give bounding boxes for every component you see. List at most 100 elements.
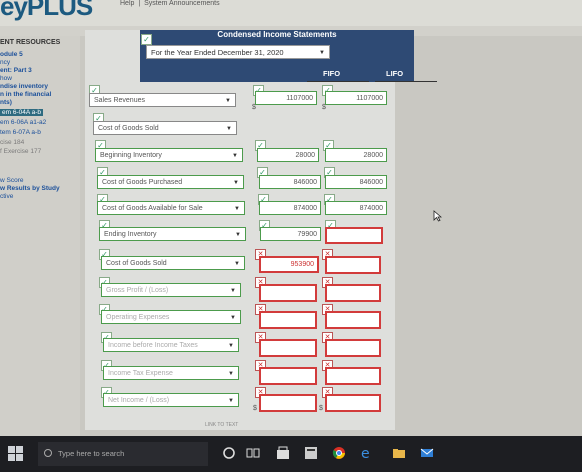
fifo-value-input[interactable]: 1107000 [255,91,317,105]
store-icon[interactable] [276,446,290,460]
chevron-down-icon: ▼ [226,126,232,132]
lifo-value-input[interactable]: 874000 [325,201,387,215]
divider [375,81,437,82]
sidebar-item[interactable]: odule 5 [0,51,23,58]
task-view-icon[interactable] [246,446,260,460]
row-label: Cost of Goods Available for Sale [102,205,203,212]
divider [307,81,369,82]
fifo-value-input[interactable] [259,394,317,412]
mail-icon[interactable] [420,446,434,460]
fifo-value-input[interactable]: 28000 [257,148,319,162]
row-label-select[interactable]: Cost of Goods Sold ▼ [93,121,237,135]
fifo-value-input[interactable]: 953900 [259,256,319,273]
search-placeholder: Type here to search [58,449,125,458]
row-label-select[interactable]: Net Income / (Loss) ▼ [103,393,239,407]
statement-title: Condensed Income Statements [217,30,337,39]
row-label-select[interactable]: Beginning Inventory ▼ [95,148,243,162]
fifo-value-input[interactable]: 846000 [259,175,321,189]
chevron-down-icon: ▼ [234,261,240,267]
app-logo: eyPLUS [0,0,93,21]
lifo-value-input[interactable] [325,284,381,302]
row-label: Operating Expenses [106,314,170,321]
row-label-select[interactable]: Income Tax Expense ▼ [103,366,239,380]
row-label: Cost of Goods Sold [98,125,159,132]
lifo-header: LIFO [386,69,404,78]
row-label: Beginning Inventory [100,152,162,159]
chevron-down-icon: ▼ [228,371,234,377]
top-bar: eyPLUS Help | System Announcements [0,0,582,26]
chevron-down-icon: ▼ [235,232,241,238]
lifo-value-input[interactable]: 28000 [325,148,387,162]
lifo-value-input[interactable] [325,227,383,244]
sidebar-item[interactable]: ent: Part 3 [0,67,32,74]
fifo-value-input[interactable]: 79900 [260,227,321,241]
currency-sign: $ [253,405,257,412]
cortana-icon[interactable] [222,446,236,460]
sidebar-item[interactable]: ctive [0,193,13,200]
chevron-down-icon: ▼ [232,153,238,159]
fifo-value-input[interactable] [259,284,317,302]
chevron-down-icon: ▼ [234,206,240,212]
chevron-down-icon: ▼ [319,50,325,56]
currency-sign: $ [252,104,256,111]
mouse-cursor-icon [433,210,442,222]
row-label: Cost of Goods Sold [106,260,167,267]
row-label-select[interactable]: Gross Profit / (Loss) ▼ [101,283,241,297]
sidebar-item-view-score[interactable]: w Score [0,177,23,184]
sidebar-item[interactable]: f Exercise 177 [0,148,41,155]
file-explorer-icon[interactable] [392,446,406,460]
sidebar-item[interactable]: n in the financial [0,91,51,98]
fifo-value-input[interactable] [259,367,317,385]
sidebar-item[interactable]: tem 6-07A a-b [0,129,41,136]
row-label-select[interactable]: Ending Inventory ▼ [99,227,246,241]
check-icon: ✓ [141,34,152,45]
taskbar-search-input[interactable]: Type here to search [38,442,208,466]
sidebar-item[interactable]: nts) [0,99,12,106]
row-label: Sales Revenues [94,97,145,104]
sidebar-title: ENT RESOURCES [0,39,61,46]
sidebar-item[interactable]: ndise inventory [0,83,48,90]
lifo-value-input[interactable] [325,339,381,357]
sidebar-item-results[interactable]: w Results by Study [0,185,60,192]
sidebar-item[interactable]: ncy [0,59,10,66]
search-icon [44,449,52,457]
help-link[interactable]: Help [120,0,134,7]
sidebar-item[interactable]: how [0,75,12,82]
period-select-value: For the Year Ended December 31, 2020 [151,48,284,57]
fifo-value-input[interactable]: 874000 [259,201,321,215]
link-to-text[interactable]: LINK TO TEXT [205,422,238,428]
row-label-select[interactable]: Sales Revenues ▼ [89,93,236,107]
taskbar: Type here to search e [0,436,582,472]
row-label: Ending Inventory [104,231,157,238]
lifo-value-input[interactable]: 846000 [325,175,387,189]
sidebar-item[interactable]: cise 184 [0,139,24,146]
lifo-value-input[interactable] [325,394,381,412]
edge-icon[interactable]: e [360,446,374,460]
fifo-value-input[interactable] [259,339,317,357]
period-select[interactable]: For the Year Ended December 31, 2020 ▼ [146,45,330,59]
row-label-select[interactable]: Cost of Goods Available for Sale ▼ [97,201,245,215]
row-label-select[interactable]: Operating Expenses ▼ [101,310,241,324]
currency-sign: $ [322,104,326,111]
row-label-select[interactable]: Cost of Goods Sold ▼ [101,256,245,270]
calculator-icon[interactable] [304,446,318,460]
chevron-down-icon: ▼ [230,315,236,321]
sidebar-item[interactable]: em 6-06A a1-a2 [0,119,46,126]
lifo-value-input[interactable] [325,311,381,329]
lifo-value-input[interactable]: 1107000 [325,91,387,105]
row-label: Net Income / (Loss) [108,397,170,404]
windows-start-icon[interactable] [8,446,24,462]
row-label: Income before Income Taxes [108,342,198,349]
lifo-value-input[interactable] [325,367,381,385]
lifo-value-input[interactable] [325,256,381,274]
chevron-down-icon: ▼ [228,343,234,349]
link-separator: | [138,0,141,7]
sidebar: ENT RESOURCES odule 5 ncy ent: Part 3 ho… [0,36,80,436]
announcements-link[interactable]: System Announcements [144,0,220,7]
sidebar-item-active[interactable]: em 6-04A a-b [0,109,44,116]
statement-header: Condensed Income Statements ✓ For the Ye… [140,30,437,82]
chrome-icon[interactable] [332,446,346,460]
fifo-value-input[interactable] [259,311,317,329]
row-label-select[interactable]: Cost of Goods Purchased ▼ [97,175,244,189]
row-label-select[interactable]: Income before Income Taxes ▼ [103,338,239,352]
